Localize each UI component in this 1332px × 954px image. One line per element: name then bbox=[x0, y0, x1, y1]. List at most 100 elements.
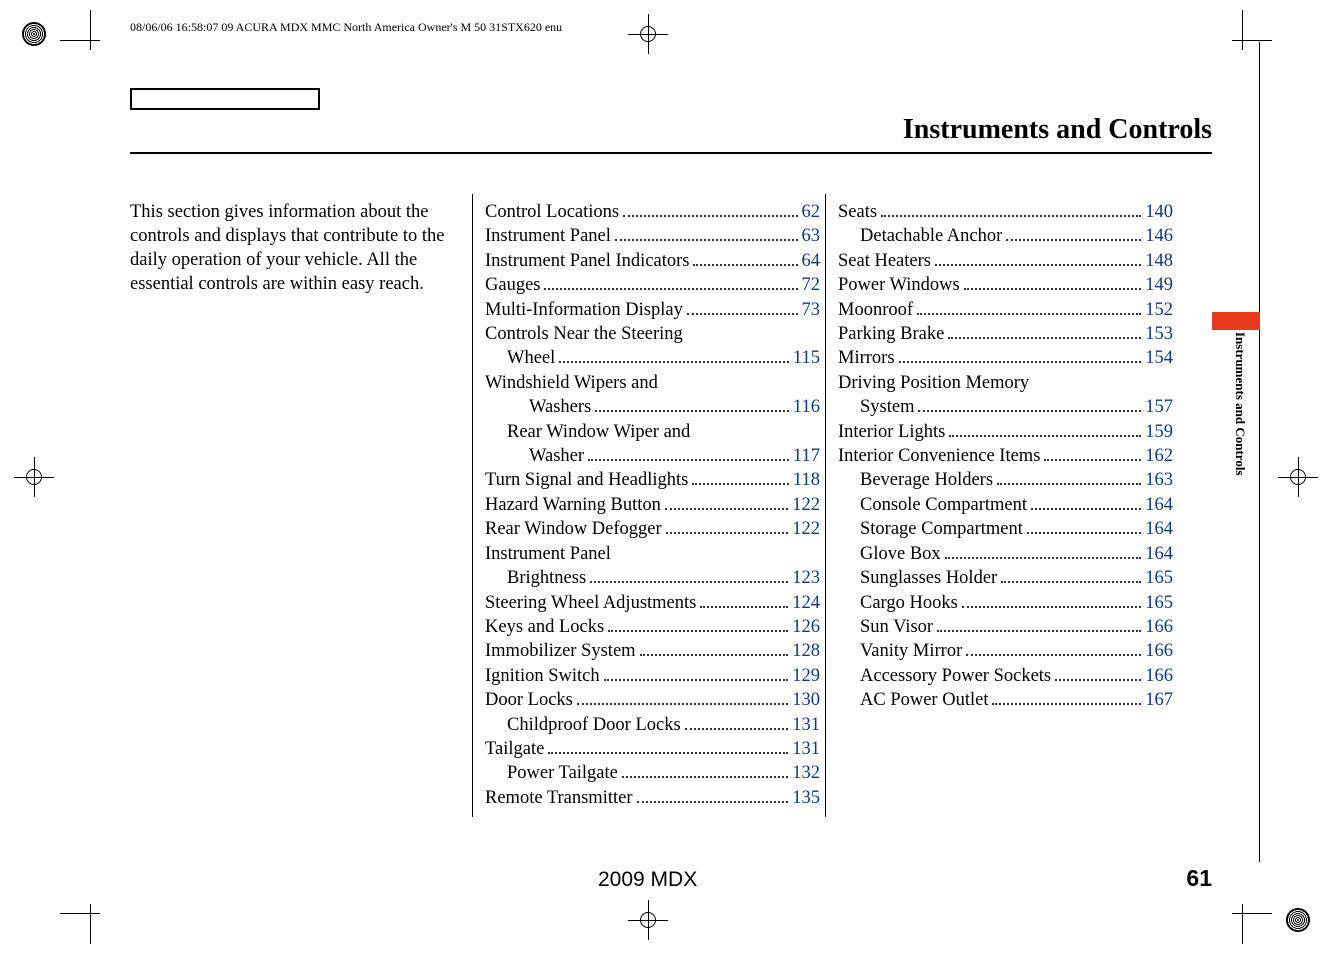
toc-entry: Parking Brake153 bbox=[838, 322, 1173, 346]
toc-entry: Windshield Wipers and bbox=[485, 371, 820, 395]
toc-page-link[interactable]: 117 bbox=[793, 444, 820, 468]
toc-entry: Childproof Door Locks131 bbox=[485, 713, 820, 737]
header-metadata: 08/06/06 16:58:07 09 ACURA MDX MMC North… bbox=[130, 20, 562, 35]
crop-corner-br bbox=[1232, 904, 1272, 944]
toc-leader-dots bbox=[637, 801, 789, 803]
toc-label: Interior Convenience Items bbox=[838, 444, 1040, 468]
toc-page-link[interactable]: 122 bbox=[792, 493, 820, 517]
toc-page-link[interactable]: 73 bbox=[802, 298, 821, 322]
toc-page-link[interactable]: 166 bbox=[1145, 639, 1173, 663]
toc-label: AC Power Outlet bbox=[860, 688, 988, 712]
toc-label: Interior Lights bbox=[838, 420, 945, 444]
toc-entry: Console Compartment 164 bbox=[838, 493, 1173, 517]
toc-label: Glove Box bbox=[860, 542, 941, 566]
toc-page-link[interactable]: 118 bbox=[793, 468, 820, 492]
toc-leader-dots bbox=[917, 313, 1141, 315]
toc-leader-dots bbox=[608, 630, 788, 632]
toc-page-link[interactable]: 166 bbox=[1145, 664, 1173, 688]
toc-label: Rear Window Wiper and bbox=[507, 420, 690, 444]
toc-entry: Turn Signal and Headlights118 bbox=[485, 468, 820, 492]
toc-leader-dots bbox=[949, 435, 1141, 437]
toc-leader-dots bbox=[997, 483, 1141, 485]
toc-entry: Storage Compartment164 bbox=[838, 517, 1173, 541]
toc-leader-dots bbox=[918, 410, 1141, 412]
toc-page-link[interactable]: 126 bbox=[792, 615, 820, 639]
toc-entry: Instrument Panel63 bbox=[485, 224, 820, 248]
toc-page-link[interactable]: 140 bbox=[1145, 200, 1173, 224]
toc-label: Detachable Anchor bbox=[860, 224, 1002, 248]
toc-label: Rear Window Defogger bbox=[485, 517, 662, 541]
toc-leader-dots bbox=[623, 215, 797, 217]
toc-page-link[interactable]: 135 bbox=[792, 786, 820, 810]
toc-page-link[interactable]: 167 bbox=[1145, 688, 1173, 712]
crop-corner-tr bbox=[1232, 10, 1272, 50]
toc-page-link[interactable]: 132 bbox=[792, 761, 820, 785]
toc-page-link[interactable]: 152 bbox=[1145, 298, 1173, 322]
toc-entry: Rear Window Defogger 122 bbox=[485, 517, 820, 541]
toc-leader-dots bbox=[962, 606, 1141, 608]
title-rule bbox=[130, 152, 1212, 154]
toc-entry: Multi-Information Display73 bbox=[485, 298, 820, 322]
toc-entry: Controls Near the Steering bbox=[485, 322, 820, 346]
toc-page-link[interactable]: 162 bbox=[1145, 444, 1173, 468]
toc-page-link[interactable]: 129 bbox=[792, 664, 820, 688]
toc-page-link[interactable]: 130 bbox=[792, 688, 820, 712]
toc-page-link[interactable]: 165 bbox=[1145, 591, 1173, 615]
toc-label: System bbox=[860, 395, 914, 419]
toc-page-link[interactable]: 148 bbox=[1145, 249, 1173, 273]
toc-label: Door Locks bbox=[485, 688, 573, 712]
toc-entry: Steering Wheel Adjustments124 bbox=[485, 591, 820, 615]
toc-leader-dots bbox=[666, 532, 789, 534]
toc-page-link[interactable]: 128 bbox=[792, 639, 820, 663]
toc-label: Controls Near the Steering bbox=[485, 322, 683, 346]
toc-label: Moonroof bbox=[838, 298, 913, 322]
toc-leader-dots bbox=[577, 703, 788, 705]
toc-label: Power Windows bbox=[838, 273, 960, 297]
toc-entry: Seats140 bbox=[838, 200, 1173, 224]
toc-entry: System 157 bbox=[838, 395, 1173, 419]
toc-leader-dots bbox=[548, 752, 788, 754]
toc-label: Driving Position Memory bbox=[838, 371, 1029, 395]
toc-page-link[interactable]: 153 bbox=[1145, 322, 1173, 346]
toc-leader-dots bbox=[948, 337, 1141, 339]
toc-page-link[interactable]: 72 bbox=[802, 273, 821, 297]
toc-entry: Sunglasses Holder165 bbox=[838, 566, 1173, 590]
toc-page-link[interactable]: 164 bbox=[1145, 517, 1173, 541]
toc-page-link[interactable]: 64 bbox=[802, 249, 821, 273]
toc-page-link[interactable]: 63 bbox=[802, 224, 821, 248]
toc-leader-dots bbox=[604, 679, 789, 681]
toc-label: Gauges bbox=[485, 273, 540, 297]
toc-page-link[interactable]: 164 bbox=[1145, 542, 1173, 566]
toc-page-link[interactable]: 124 bbox=[792, 591, 820, 615]
toc-page-link[interactable]: 131 bbox=[792, 737, 820, 761]
toc-page-link[interactable]: 165 bbox=[1145, 566, 1173, 590]
toc-entry: Power Tailgate132 bbox=[485, 761, 820, 785]
toc-entry: Keys and Locks126 bbox=[485, 615, 820, 639]
toc-page-link[interactable]: 163 bbox=[1145, 468, 1173, 492]
toc-page-link[interactable]: 123 bbox=[792, 566, 820, 590]
toc-page-link[interactable]: 157 bbox=[1145, 395, 1173, 419]
toc-page-link[interactable]: 166 bbox=[1145, 615, 1173, 639]
toc-page-link[interactable]: 164 bbox=[1145, 493, 1173, 517]
side-tab-label: Instruments and Controls bbox=[1232, 332, 1248, 476]
toc-entry: Cargo Hooks 165 bbox=[838, 591, 1173, 615]
toc-page-link[interactable]: 62 bbox=[802, 200, 821, 224]
toc-page-link[interactable]: 122 bbox=[792, 517, 820, 541]
toc-page-link[interactable]: 154 bbox=[1145, 346, 1173, 370]
toc-label: Cargo Hooks bbox=[860, 591, 958, 615]
toc-page-link[interactable]: 146 bbox=[1145, 224, 1173, 248]
toc-entry: Washer117 bbox=[485, 444, 820, 468]
toc-page-link[interactable]: 116 bbox=[793, 395, 820, 419]
toc-page-link[interactable]: 115 bbox=[793, 346, 820, 370]
toc-entry: Wheel115 bbox=[485, 346, 820, 370]
toc-entry: Immobilizer System128 bbox=[485, 639, 820, 663]
toc-label: Seat Heaters bbox=[838, 249, 931, 273]
toc-leader-dots bbox=[687, 313, 798, 315]
toc-label: Console Compartment bbox=[860, 493, 1027, 517]
toc-page-link[interactable]: 131 bbox=[792, 713, 820, 737]
toc-page-link[interactable]: 149 bbox=[1145, 273, 1173, 297]
toc-leader-dots bbox=[935, 264, 1141, 266]
toc-entry: Instrument Panel bbox=[485, 542, 820, 566]
toc-entry: Tailgate131 bbox=[485, 737, 820, 761]
toc-page-link[interactable]: 159 bbox=[1145, 420, 1173, 444]
